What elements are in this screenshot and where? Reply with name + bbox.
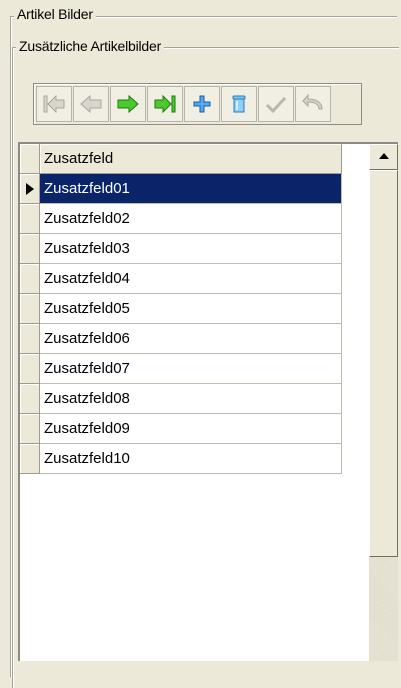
row-indicator[interactable] bbox=[20, 204, 40, 234]
first-record-icon bbox=[43, 94, 65, 114]
grid-cell[interactable]: Zusatzfeld10 bbox=[40, 444, 342, 474]
table-row[interactable]: Zusatzfeld01 bbox=[20, 174, 342, 204]
grid-cell[interactable]: Zusatzfeld07 bbox=[40, 354, 342, 384]
checkmark-icon bbox=[265, 96, 287, 114]
first-record-button[interactable] bbox=[36, 86, 72, 122]
scroll-up-button[interactable] bbox=[369, 144, 398, 170]
next-record-icon bbox=[117, 94, 139, 114]
table-row[interactable]: Zusatzfeld10 bbox=[20, 444, 342, 474]
grid-cell[interactable]: Zusatzfeld01 bbox=[40, 174, 342, 204]
article-images-group-title: Artikel Bilder bbox=[14, 6, 96, 22]
grid-cell[interactable]: Zusatzfeld08 bbox=[40, 384, 342, 414]
grid-cell[interactable]: Zusatzfeld03 bbox=[40, 234, 342, 264]
row-indicator[interactable] bbox=[20, 444, 40, 474]
data-grid[interactable]: Zusatzfeld Zusatzfeld01 Zusatzfeld02 Zus… bbox=[18, 142, 398, 661]
undo-icon bbox=[302, 93, 323, 110]
current-row-pointer-icon bbox=[26, 183, 34, 195]
row-indicator[interactable] bbox=[20, 324, 40, 354]
vertical-scrollbar[interactable] bbox=[369, 144, 398, 661]
table-row[interactable]: Zusatzfeld06 bbox=[20, 324, 342, 354]
grid-cell[interactable]: Zusatzfeld05 bbox=[40, 294, 342, 324]
insert-record-button[interactable] bbox=[184, 86, 220, 122]
additional-images-group-title: Zusätzliche Artikelbilder bbox=[16, 38, 165, 54]
table-row[interactable]: Zusatzfeld07 bbox=[20, 354, 342, 384]
row-indicator[interactable] bbox=[20, 384, 40, 414]
row-indicator[interactable] bbox=[20, 294, 40, 324]
prior-record-button[interactable] bbox=[73, 86, 109, 122]
delete-record-button[interactable] bbox=[221, 86, 257, 122]
grid-cell[interactable]: Zusatzfeld04 bbox=[40, 264, 342, 294]
table-row[interactable]: Zusatzfeld02 bbox=[20, 204, 342, 234]
table-row[interactable]: Zusatzfeld03 bbox=[20, 234, 342, 264]
grid-cell[interactable]: Zusatzfeld06 bbox=[40, 324, 342, 354]
scrollbar-thumb[interactable] bbox=[369, 170, 398, 557]
post-edit-button[interactable] bbox=[258, 86, 294, 122]
grid-cell[interactable]: Zusatzfeld02 bbox=[40, 204, 342, 234]
db-navigator bbox=[33, 83, 362, 125]
grid-cell[interactable]: Zusatzfeld09 bbox=[40, 414, 342, 444]
arrow-up-icon bbox=[379, 153, 389, 159]
row-indicator[interactable] bbox=[20, 234, 40, 264]
next-record-button[interactable] bbox=[110, 86, 146, 122]
row-indicator[interactable] bbox=[20, 264, 40, 294]
header-indicator-cell bbox=[20, 144, 40, 174]
cancel-edit-button[interactable] bbox=[295, 86, 331, 122]
column-header-zusatzfeld[interactable]: Zusatzfeld bbox=[40, 144, 342, 174]
table-row[interactable]: Zusatzfeld04 bbox=[20, 264, 342, 294]
table-row[interactable]: Zusatzfeld05 bbox=[20, 294, 342, 324]
row-indicator[interactable] bbox=[20, 174, 40, 204]
last-record-button[interactable] bbox=[147, 86, 183, 122]
row-indicator[interactable] bbox=[20, 354, 40, 384]
prior-record-icon bbox=[80, 94, 102, 114]
plus-icon bbox=[193, 95, 211, 113]
last-record-icon bbox=[154, 94, 176, 114]
row-indicator[interactable] bbox=[20, 414, 40, 444]
grid-header-row: Zusatzfeld bbox=[20, 144, 342, 174]
table-row[interactable]: Zusatzfeld08 bbox=[20, 384, 342, 414]
table-row[interactable]: Zusatzfeld09 bbox=[20, 414, 342, 444]
trash-can-icon bbox=[232, 95, 246, 113]
